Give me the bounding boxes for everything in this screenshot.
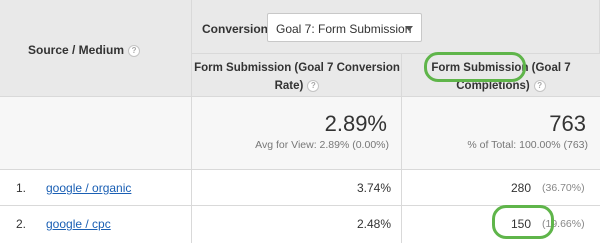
conversions-label: Conversions [202,22,275,36]
help-icon[interactable]: ? [533,79,546,92]
summary-completions-value: 763 [549,111,586,136]
goal-dropdown-value: Goal 7: Form Submission [276,22,412,36]
rate-header-line1: Form Submission (Goal 7 Conversion [194,62,400,74]
source-link[interactable]: google / cpc [46,217,111,231]
summary-completions-sub: % of Total: 100.00% (763) [467,139,588,151]
row-rate-cell: 2.48% [192,206,402,243]
source-medium-heading: Source / Medium? [28,43,141,57]
rate-header-line2: Rate) [274,80,304,92]
row-completions-pct: (36.70%) [542,182,585,194]
row-rate-cell: 3.74% [192,170,402,206]
rate-column-header[interactable]: Form Submission (Goal 7 Conversion Rate)… [192,54,402,97]
row-completions-cell: 280 (36.70%) [402,170,600,206]
source-link[interactable]: google / organic [46,181,131,195]
summary-rate-sub: Avg for View: 2.89% (0.00%) [255,139,389,151]
row-rate-value: 2.48% [356,217,391,231]
row-completions-value: 280 [511,181,532,195]
summary-source-cell [0,97,192,170]
summary-rate-cell: 2.89% Avg for View: 2.89% (0.00%) [192,97,402,170]
analytics-table: Source / Medium? Conversions Goal 7: For… [0,0,600,243]
summary-rate-value: 2.89% [324,111,387,136]
highlight-ring-value [492,205,554,239]
chevron-down-icon [405,26,413,31]
highlight-ring-header [424,52,526,82]
goal-dropdown[interactable]: Goal 7: Form Submission [267,13,422,42]
help-icon[interactable]: ? [307,79,320,92]
summary-completions-cell: 763 % of Total: 100.00% (763) [402,97,600,170]
table-row: 2. google / cpc [0,206,192,243]
row-index: 1. [16,181,27,195]
row-rate-value: 3.74% [356,181,391,195]
source-medium-header-cell[interactable]: Source / Medium? [0,0,192,97]
row-index: 2. [16,217,27,231]
help-icon[interactable]: ? [128,44,141,57]
table-row: 1. google / organic [0,170,192,206]
